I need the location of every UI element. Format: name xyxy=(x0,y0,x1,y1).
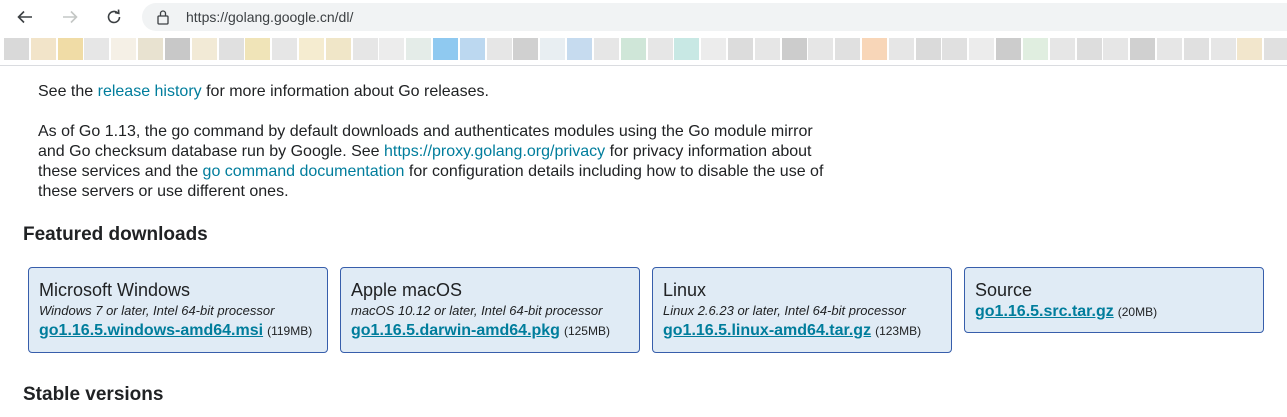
file-size: (123MB) xyxy=(875,324,922,338)
arrow-left-icon xyxy=(17,10,32,24)
card-file-line: go1.16.5.linux-amd64.tar.gz (123MB) xyxy=(663,320,941,342)
bookmark-item[interactable] xyxy=(165,38,190,60)
bookmark-item[interactable] xyxy=(433,38,458,60)
bookmark-item[interactable] xyxy=(219,38,244,60)
p1-text-pre: See the xyxy=(38,83,98,100)
go-command-docs-link[interactable]: go command documentation xyxy=(203,163,405,180)
bookmark-item[interactable] xyxy=(594,38,619,60)
bookmark-item[interactable] xyxy=(916,38,941,60)
card-file-line: go1.16.5.src.tar.gz (20MB) xyxy=(975,301,1253,323)
bookmark-item[interactable] xyxy=(621,38,646,60)
card-platform: Linux xyxy=(663,280,707,300)
p2-line-2-pre: and Go checksum database run by Google. … xyxy=(38,143,384,160)
card-file-line: go1.16.5.darwin-amd64.pkg (125MB) xyxy=(351,320,629,342)
bookmark-item[interactable] xyxy=(84,38,109,60)
release-history-paragraph: See the release history for more informa… xyxy=(38,82,489,102)
download-link-linux[interactable]: go1.16.5.linux-amd64.tar.gz xyxy=(663,322,871,339)
p2-line-3: these services and the go command docume… xyxy=(38,162,823,182)
bookmark-item[interactable] xyxy=(835,38,860,60)
bookmark-item[interactable] xyxy=(138,38,163,60)
bookmark-item[interactable] xyxy=(487,38,512,60)
download-card-windows[interactable]: Microsoft Windows Windows 7 or later, In… xyxy=(28,267,328,353)
p2-line-3-pre: these services and the xyxy=(38,163,203,180)
download-card-source[interactable]: Source go1.16.5.src.tar.gz (20MB) xyxy=(964,267,1264,333)
bookmark-item[interactable] xyxy=(460,38,485,60)
bookmark-item[interactable] xyxy=(353,38,378,60)
bookmarks-bar xyxy=(0,34,1287,66)
p2-line-2-post: for privacy information about xyxy=(605,143,812,160)
card-platform: Apple macOS xyxy=(351,280,463,300)
download-card-macos[interactable]: Apple macOS macOS 10.12 or later, Intel … xyxy=(340,267,640,353)
bookmark-item[interactable] xyxy=(1130,38,1155,60)
bookmark-item[interactable] xyxy=(272,38,297,60)
bookmark-item[interactable] xyxy=(1077,38,1102,60)
bookmark-item[interactable] xyxy=(379,38,404,60)
bookmark-item[interactable] xyxy=(513,38,538,60)
bookmark-item[interactable] xyxy=(1211,38,1236,60)
bookmark-item[interactable] xyxy=(4,38,29,60)
card-platform: Microsoft Windows xyxy=(39,280,191,300)
reload-icon xyxy=(107,9,121,24)
proxy-privacy-link[interactable]: https://proxy.golang.org/privacy xyxy=(384,143,605,160)
bookmark-item[interactable] xyxy=(1050,38,1075,60)
bookmark-item[interactable] xyxy=(728,38,753,60)
p2-line-3-post: for configuration details including how … xyxy=(404,163,824,180)
bookmark-item[interactable] xyxy=(1103,38,1128,60)
download-card-linux[interactable]: Linux Linux 2.6.23 or later, Intel 64-bi… xyxy=(652,267,952,353)
card-description: Windows 7 or later, Intel 64-bit process… xyxy=(39,303,275,318)
bookmark-item[interactable] xyxy=(648,38,673,60)
p1-text-post: for more information about Go releases. xyxy=(201,83,489,100)
bookmark-item[interactable] xyxy=(58,38,83,60)
card-platform: Source xyxy=(975,280,1033,300)
browser-toolbar: https://golang.google.cn/dl/ xyxy=(0,0,1287,34)
card-description: Linux 2.6.23 or later, Intel 64-bit proc… xyxy=(663,303,906,318)
download-link-windows[interactable]: go1.16.5.windows-amd64.msi xyxy=(39,322,263,339)
back-button[interactable] xyxy=(12,4,38,30)
bookmark-item[interactable] xyxy=(540,38,565,60)
bookmark-item[interactable] xyxy=(808,38,833,60)
bookmark-item[interactable] xyxy=(1023,38,1048,60)
bookmark-item[interactable] xyxy=(1264,38,1287,60)
file-size: (119MB) xyxy=(267,324,313,338)
download-link-source[interactable]: go1.16.5.src.tar.gz xyxy=(975,303,1114,320)
reload-button[interactable] xyxy=(101,4,127,30)
bookmark-item[interactable] xyxy=(567,38,592,60)
forward-button[interactable] xyxy=(57,4,83,30)
lock-icon xyxy=(157,10,169,25)
bookmark-item[interactable] xyxy=(996,38,1021,60)
download-link-macos[interactable]: go1.16.5.darwin-amd64.pkg xyxy=(351,322,560,339)
bookmark-item[interactable] xyxy=(889,38,914,60)
bookmark-item[interactable] xyxy=(1184,38,1209,60)
bookmark-item[interactable] xyxy=(969,38,994,60)
bookmark-item[interactable] xyxy=(674,38,699,60)
bookmark-item[interactable] xyxy=(782,38,807,60)
url-text: https://golang.google.cn/dl/ xyxy=(186,9,354,25)
bookmark-item[interactable] xyxy=(1237,38,1262,60)
card-description: macOS 10.12 or later, Intel 64-bit proce… xyxy=(351,303,603,318)
bookmark-item[interactable] xyxy=(1157,38,1182,60)
stable-versions-heading: Stable versions xyxy=(23,384,164,405)
bookmark-item[interactable] xyxy=(245,38,270,60)
bookmark-item[interactable] xyxy=(299,38,324,60)
file-size: (125MB) xyxy=(563,324,610,338)
bookmark-item[interactable] xyxy=(755,38,780,60)
bookmark-item[interactable] xyxy=(192,38,217,60)
bookmark-item[interactable] xyxy=(862,38,887,60)
bookmark-item[interactable] xyxy=(942,38,967,60)
release-history-link[interactable]: release history xyxy=(98,83,202,100)
module-mirror-paragraph: As of Go 1.13, the go command by default… xyxy=(38,122,823,202)
bookmark-item[interactable] xyxy=(326,38,351,60)
address-bar[interactable]: https://golang.google.cn/dl/ xyxy=(142,3,1287,31)
p2-line-4: these servers or use different ones. xyxy=(38,183,289,200)
featured-downloads-heading: Featured downloads xyxy=(23,224,208,245)
bookmark-item[interactable] xyxy=(111,38,136,60)
bookmark-item[interactable] xyxy=(406,38,431,60)
card-file-line: go1.16.5.windows-amd64.msi (119MB) xyxy=(39,320,317,342)
p2-line-2: and Go checksum database run by Google. … xyxy=(38,142,823,162)
file-size: (20MB) xyxy=(1117,305,1158,319)
bookmark-item[interactable] xyxy=(701,38,726,60)
bookmark-item[interactable] xyxy=(31,38,56,60)
p2-line-1: As of Go 1.13, the go command by default… xyxy=(38,123,813,140)
arrow-right-icon xyxy=(63,10,78,24)
